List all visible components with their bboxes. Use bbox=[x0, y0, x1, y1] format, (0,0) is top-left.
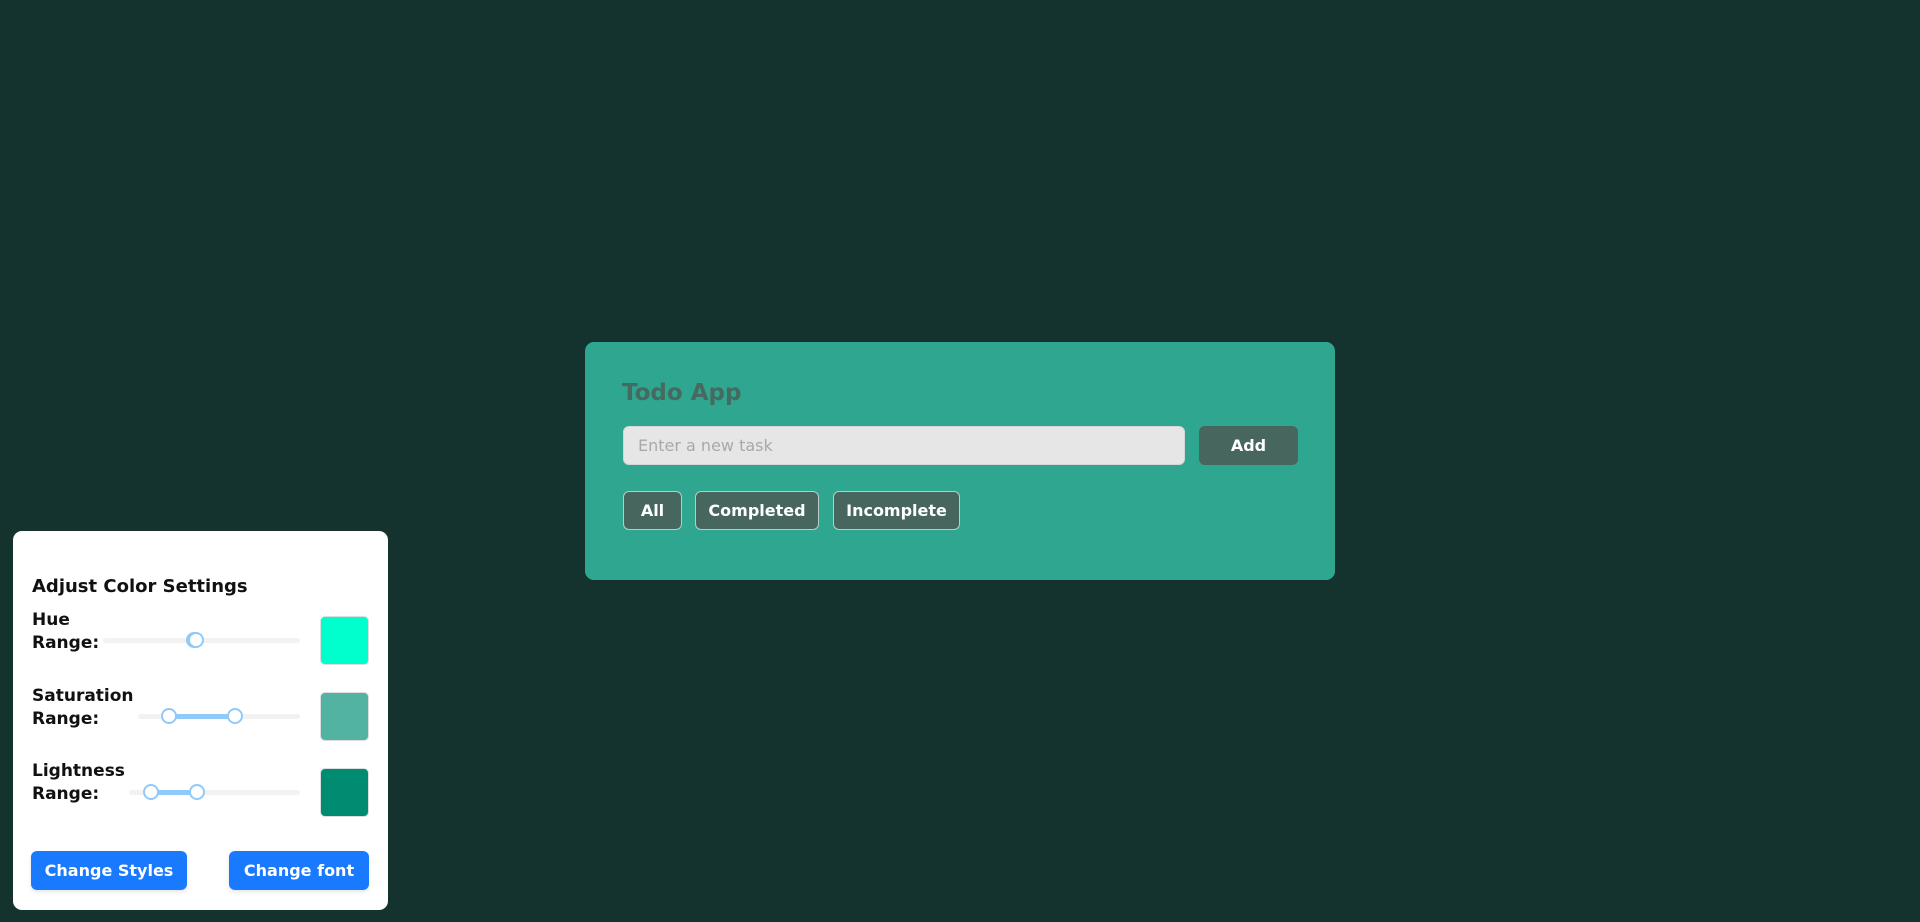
saturation-range-slider[interactable] bbox=[138, 708, 300, 724]
slider-max-thumb[interactable] bbox=[187, 632, 204, 648]
hue-range-slider[interactable] bbox=[103, 632, 300, 648]
filter-completed-button[interactable]: Completed bbox=[695, 491, 819, 530]
lightness-range-slider[interactable] bbox=[129, 784, 300, 800]
panel-title: Adjust Color Settings bbox=[32, 576, 248, 597]
change-styles-button[interactable]: Change Styles bbox=[31, 851, 187, 890]
hue-label: Hue Range: bbox=[32, 609, 99, 655]
lightness-label-line2: Range: bbox=[32, 784, 100, 804]
new-task-input[interactable] bbox=[623, 426, 1185, 465]
hue-swatch bbox=[320, 616, 369, 665]
filter-all-button[interactable]: All bbox=[623, 491, 682, 530]
slider-min-thumb[interactable] bbox=[160, 708, 177, 724]
add-button[interactable]: Add bbox=[1199, 426, 1298, 465]
saturation-swatch bbox=[320, 692, 369, 741]
saturation-label-line2: Range: bbox=[32, 709, 100, 729]
hue-label-line2: Range: bbox=[32, 633, 100, 653]
lightness-label-line1: Lightness bbox=[32, 761, 125, 781]
lightness-label: Lightness Range: bbox=[32, 760, 125, 806]
hue-label-line1: Hue bbox=[32, 610, 70, 630]
slider-range-fill bbox=[168, 714, 236, 719]
filter-incomplete-button[interactable]: Incomplete bbox=[833, 491, 960, 530]
change-font-button[interactable]: Change font bbox=[229, 851, 369, 890]
saturation-label-line1: Saturation bbox=[32, 686, 134, 706]
lightness-swatch bbox=[320, 768, 369, 817]
saturation-label: Saturation Range: bbox=[32, 685, 134, 731]
app-title: Todo App bbox=[622, 380, 742, 406]
